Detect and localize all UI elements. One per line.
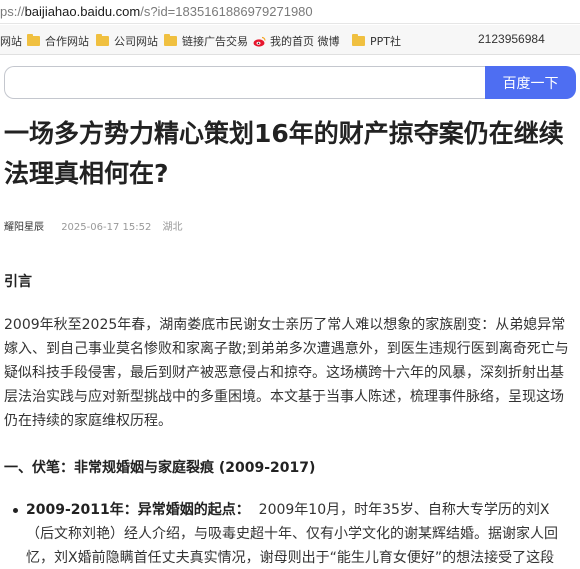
publish-location: 湖北 — [162, 222, 183, 233]
folder-icon — [352, 34, 365, 46]
folder-icon — [164, 34, 177, 46]
folder-icon — [96, 34, 109, 46]
bullet-label: 2009-2011年：异常婚姻的起点： — [26, 502, 250, 518]
intro-heading: 引言 — [4, 274, 32, 290]
bookmark-label: 合作网站 — [45, 35, 89, 48]
author-name[interactable]: 耀阳星辰 — [4, 222, 44, 233]
url-path: /s?id=1835161886979271980 — [140, 4, 313, 19]
bookmark-item[interactable]: PPT社 — [352, 33, 401, 49]
url-text[interactable]: ps://baijiahao.baidu.com/s?id=1835161886… — [0, 4, 313, 19]
bookmark-item[interactable]: 网站 — [0, 33, 22, 49]
bullet-dot — [13, 508, 18, 513]
bookmark-number[interactable]: 2123956984 — [478, 32, 545, 46]
search-button[interactable]: 百度一下 — [485, 66, 576, 99]
bookmark-label: 网站 — [0, 35, 22, 48]
search-input[interactable] — [4, 66, 486, 99]
article-meta: 耀阳星辰 2025-06-17 15:52 湖北 — [4, 218, 183, 233]
bullet-paragraph: 2009-2011年：异常婚姻的起点： 2009年10月，时年35岁、自称大专学… — [26, 498, 576, 569]
address-bar[interactable]: ps://baijiahao.baidu.com/s?id=1835161886… — [0, 0, 580, 24]
search-box: 百度一下 — [4, 66, 576, 99]
bookmark-item[interactable]: 链接广告交易 — [164, 33, 248, 49]
weibo-icon — [253, 36, 266, 47]
intro-paragraph: 2009年秋至2025年春，湖南娄底市民谢女士亲历了常人难以想象的家族剧变：从弟… — [4, 317, 569, 429]
publish-time: 2025-06-17 15:52 — [61, 222, 152, 233]
section-heading: 一、伏笔：非常规婚姻与家庭裂痕 (2009-2017) — [4, 460, 316, 476]
bookmark-item[interactable]: 我的首页 微博 — [253, 33, 340, 49]
url-host: baijiahao.baidu.com — [24, 4, 141, 19]
bookmark-label: 我的首页 微博 — [270, 35, 340, 48]
bookmark-label: 公司网站 — [114, 35, 158, 48]
folder-icon — [27, 34, 40, 46]
bookmarks-bar: 网站 合作网站 公司网站 链接广告交易 我的首页 微博 PPT社 2123956… — [0, 25, 580, 55]
article-title: 一场多方势力精心策划16年的财产掠夺案仍在继续 法理真相何在? — [4, 119, 564, 188]
bookmark-label: 链接广告交易 — [182, 35, 248, 48]
url-prefix: ps:// — [0, 4, 25, 19]
bookmark-item[interactable]: 合作网站 — [27, 33, 89, 49]
bookmark-item[interactable]: 公司网站 — [96, 33, 158, 49]
bookmark-label: PPT社 — [370, 35, 401, 48]
